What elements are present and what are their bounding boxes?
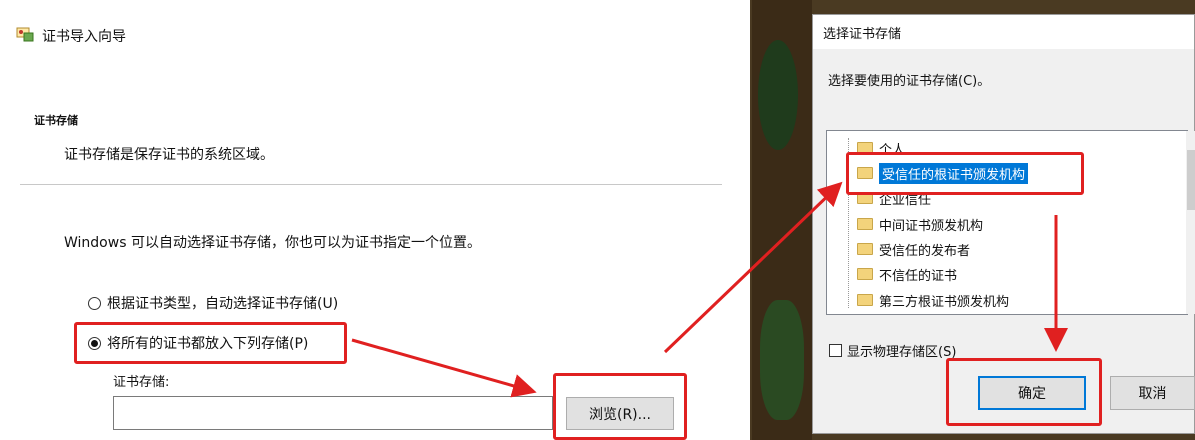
highlight-radio bbox=[74, 322, 347, 364]
highlight-trusted-root bbox=[846, 152, 1084, 195]
wizard-title: 证书导入向导 bbox=[42, 29, 126, 45]
folder-icon bbox=[857, 294, 873, 306]
show-physical-label: 显示物理存储区(S) bbox=[847, 345, 957, 360]
dialog-prompt: 选择要使用的证书存储(C)。 bbox=[828, 74, 991, 89]
show-physical-stores-checkbox[interactable]: 显示物理存储区(S) bbox=[829, 341, 956, 360]
folder-icon bbox=[857, 243, 873, 255]
folder-icon bbox=[857, 218, 873, 230]
folder-icon bbox=[857, 268, 873, 280]
store-field[interactable] bbox=[113, 396, 553, 430]
tree-item-trusted-publishers[interactable]: 受信任的发布者 bbox=[857, 238, 970, 260]
section-heading: 证书存储 bbox=[34, 114, 78, 127]
tree-item-label: 不信任的证书 bbox=[879, 268, 958, 284]
tree-item-label: 中间证书颁发机构 bbox=[879, 218, 984, 234]
tree-item-intermediate-ca[interactable]: 中间证书颁发机构 bbox=[857, 213, 983, 235]
highlight-ok bbox=[946, 358, 1102, 426]
certificate-wizard-icon bbox=[16, 27, 34, 42]
tree-item-label: 第三方根证书颁发机构 bbox=[879, 294, 1010, 310]
intro-text: Windows 可以自动选择证书存储，你也可以为证书指定一个位置。 bbox=[64, 235, 481, 251]
cancel-button[interactable]: 取消 bbox=[1110, 376, 1195, 410]
tree-scroll-thumb[interactable] bbox=[1187, 150, 1195, 210]
radio-auto-label: 根据证书类型，自动选择证书存储(U) bbox=[107, 296, 339, 312]
dialog-title: 选择证书存储 bbox=[823, 27, 902, 42]
tree-item-third-party-root[interactable]: 第三方根证书颁发机构 bbox=[857, 289, 1009, 311]
radio-auto-indicator[interactable] bbox=[88, 296, 101, 310]
background-decoration bbox=[758, 40, 798, 150]
radio-auto-select[interactable]: 根据证书类型，自动选择证书存储(U) bbox=[88, 293, 338, 313]
tree-item-label: 受信任的发布者 bbox=[879, 243, 971, 259]
store-field-label: 证书存储: bbox=[113, 375, 170, 390]
tree-item-untrusted[interactable]: 不信任的证书 bbox=[857, 263, 957, 285]
checkbox-indicator[interactable] bbox=[829, 344, 842, 357]
highlight-browse bbox=[553, 373, 687, 440]
divider bbox=[20, 184, 722, 185]
background-decoration bbox=[760, 300, 804, 420]
section-description: 证书存储是保存证书的系统区域。 bbox=[64, 147, 274, 163]
